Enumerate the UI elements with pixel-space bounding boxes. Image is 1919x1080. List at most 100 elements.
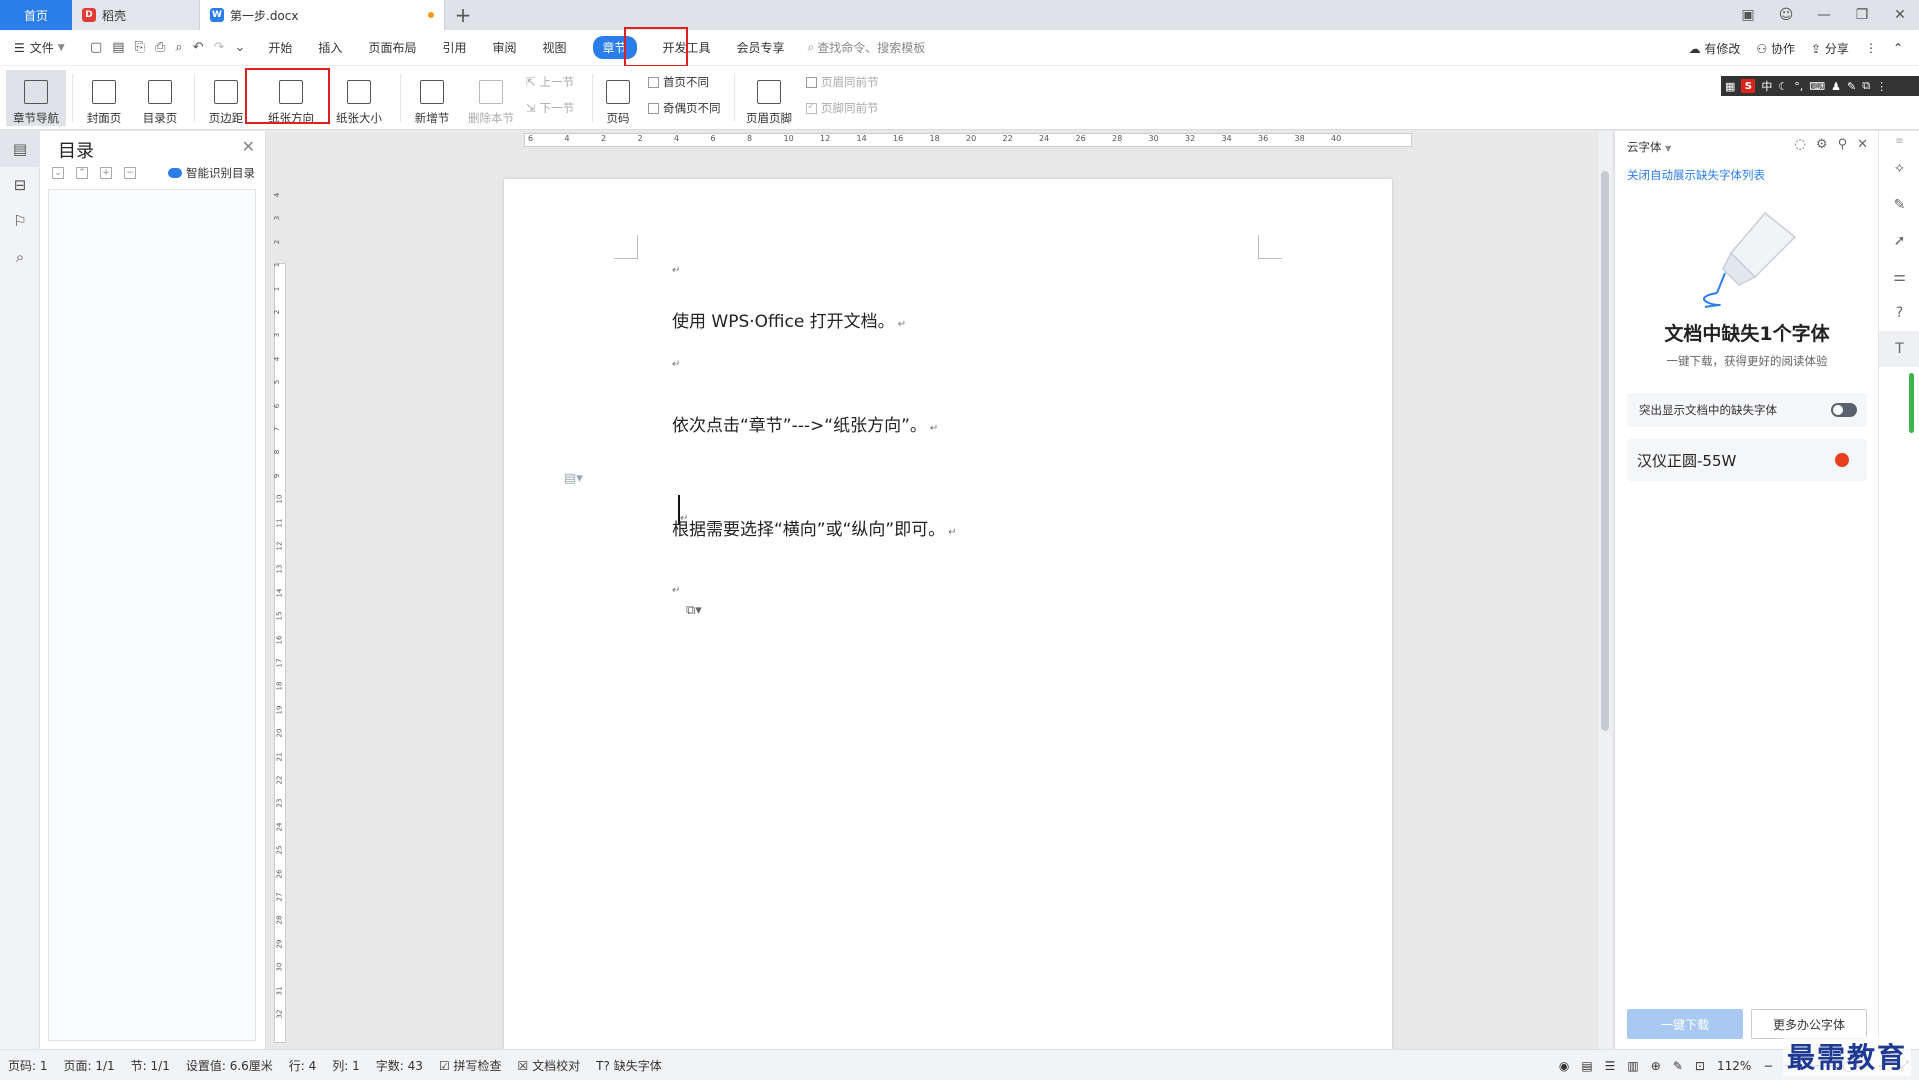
paragraph-layout-icon[interactable]: ▤▾	[564, 471, 583, 486]
revise-button[interactable]: ☁ 有修改	[1689, 40, 1741, 57]
menu-page-layout[interactable]: 页面布局	[355, 30, 429, 66]
next-section-button[interactable]: ⇲ 下一节	[526, 100, 574, 116]
menu-review[interactable]: 审阅	[479, 30, 529, 66]
layout-icon[interactable]: ▣	[1729, 7, 1767, 23]
menu-start[interactable]: 开始	[255, 30, 305, 66]
file-menu-button[interactable]: ☰ 文件 ▼	[0, 39, 80, 56]
add-icon[interactable]: +	[100, 167, 112, 179]
checkbox[interactable]	[806, 101, 817, 114]
more-fonts-button[interactable]: 更多办公字体	[1751, 1009, 1867, 1039]
toc-view-icon[interactable]: ▤	[0, 131, 40, 167]
moon-icon[interactable]: ☾	[1778, 80, 1788, 93]
expand-all-icon[interactable]: ⌃	[76, 167, 88, 179]
horizontal-ruler[interactable]: 6 4 2 2 4 6 8 10 12 14 16 18 20 22 24 26 28 30 32 34 36 38 40	[288, 131, 1598, 149]
checkbox[interactable]	[648, 102, 659, 114]
remove-icon[interactable]: −	[124, 167, 136, 179]
collaborate-button[interactable]: ⚇ 协作	[1756, 40, 1795, 57]
close-icon[interactable]: ✕	[1857, 137, 1868, 152]
menu-lines-icon[interactable]: ≡	[1879, 131, 1919, 151]
odd-even-different-checkbox[interactable]: 奇偶页不同	[648, 100, 721, 116]
redo-icon[interactable]: ↷	[214, 40, 225, 55]
doc-proof-button[interactable]: ☒ 文档校对	[510, 1057, 589, 1074]
keyboard-icon[interactable]: ⌨	[1809, 80, 1825, 93]
status-setting[interactable]: 设置值: 6.6厘米	[178, 1057, 281, 1074]
reading-view-icon[interactable]: ▥	[1627, 1059, 1638, 1073]
paragraph-3[interactable]: 根据需要选择“横向”或“纵向”即可。 ↵	[672, 515, 957, 540]
toc-page-button[interactable]: 目录页	[134, 70, 186, 126]
window-icon[interactable]: ⧉	[1862, 79, 1870, 93]
save-icon[interactable]: ▤	[112, 40, 124, 55]
more-icon[interactable]: ⌄	[235, 40, 246, 55]
style-icon[interactable]: ✧	[1879, 151, 1919, 187]
tab-daoke[interactable]: D 稻壳	[72, 0, 200, 30]
missing-font-item[interactable]: 汉仪正圆-55W	[1627, 439, 1867, 481]
paper-size-button[interactable]: 纸张大小	[328, 70, 390, 126]
settings-sliders-icon[interactable]: ⚌	[1879, 259, 1919, 295]
menu-insert[interactable]: 插入	[305, 30, 355, 66]
page-number-button[interactable]: 页码	[598, 70, 638, 126]
first-page-different-checkbox[interactable]: 首页不同	[648, 74, 709, 90]
scrollbar-thumb[interactable]	[1601, 171, 1609, 731]
vertical-scrollbar[interactable]	[1598, 131, 1612, 1049]
download-all-button[interactable]: 一键下载	[1627, 1009, 1743, 1039]
status-page[interactable]: 页面: 1/1	[56, 1057, 123, 1074]
chapter-nav-button[interactable]: 章节导航	[6, 70, 66, 126]
outline-view-icon[interactable]: ☰	[1605, 1059, 1616, 1073]
search-icon[interactable]: ⌕	[0, 239, 40, 275]
smart-toc-button[interactable]: 智能识别目录	[168, 165, 255, 181]
highlight-missing-toggle[interactable]	[1831, 403, 1857, 417]
cover-page-button[interactable]: 封面页	[78, 70, 130, 126]
page-view-icon[interactable]: ▤	[1581, 1059, 1592, 1073]
zoom-out-icon[interactable]: −	[1763, 1059, 1773, 1073]
more-options-icon[interactable]: ⋮	[1865, 41, 1877, 55]
close-auto-show-link[interactable]: 关闭自动展示缺失字体列表	[1627, 167, 1765, 183]
bookmark-icon[interactable]: ⚐	[0, 203, 40, 239]
edit-icon[interactable]: ✎	[1879, 187, 1919, 223]
checkbox[interactable]	[806, 76, 817, 88]
document-page[interactable]: ↵ 使用 WPS·Office 打开文档。 ↵ ↵ 依次点击“章节”--->“纸张…	[504, 179, 1392, 1049]
font-icon[interactable]: T	[1879, 331, 1919, 367]
delete-section-button[interactable]: 删除本节	[462, 70, 520, 126]
status-section[interactable]: 节: 1/1	[123, 1057, 178, 1074]
eye-protection-icon[interactable]: ◉	[1559, 1059, 1569, 1073]
checkbox[interactable]	[648, 76, 659, 88]
ime-mode[interactable]: 中	[1761, 78, 1772, 94]
export-icon[interactable]: ⎘	[135, 40, 145, 55]
print-preview-icon[interactable]: ⌕	[175, 40, 182, 55]
status-page-no[interactable]: 页码: 1	[0, 1057, 56, 1074]
document-area[interactable]: ↵ 使用 WPS·Office 打开文档。 ↵ ↵ 依次点击“章节”--->“纸张…	[288, 149, 1598, 1049]
restore-icon[interactable]: ❐	[1843, 7, 1881, 23]
status-words[interactable]: 字数: 43	[368, 1057, 431, 1074]
comment-icon[interactable]: ◌	[1795, 137, 1806, 152]
collapse-ribbon-icon[interactable]: ⌃	[1893, 41, 1903, 55]
menu-references[interactable]: 引用	[429, 30, 479, 66]
avatar[interactable]: ☺	[1767, 7, 1805, 23]
share-button[interactable]: ⇪ 分享	[1811, 40, 1849, 57]
pin-icon[interactable]: ⚲	[1838, 137, 1848, 152]
help-icon[interactable]: ?	[1879, 295, 1919, 331]
menu-member[interactable]: 会员专享	[724, 30, 798, 66]
command-search[interactable]: ⌕ 查找命令、搜索模板	[808, 39, 926, 56]
tab-document[interactable]: W 第一步.docx	[200, 0, 445, 30]
close-icon[interactable]: ✕	[1881, 7, 1919, 23]
toc-list[interactable]	[48, 189, 256, 1041]
user-icon[interactable]: ♟	[1831, 80, 1841, 93]
tool-icon[interactable]: ✎	[1847, 80, 1856, 93]
punct-icon[interactable]: °,	[1794, 80, 1803, 93]
paste-options-icon[interactable]: ⧉▾	[686, 603, 702, 618]
header-same-prev-checkbox[interactable]: 页眉同前节	[806, 74, 879, 90]
paragraph-2[interactable]: 依次点击“章节”--->“纸张方向”。 ↵	[672, 411, 938, 436]
minimize-icon[interactable]: —	[1805, 7, 1843, 23]
vertical-ruler[interactable]: 4 3 2 1 1 2 3 4 5 6 7 8 9 10 11 12 13 14 15 16 17 18 19 20 21 22 2…	[272, 131, 288, 1049]
tab-home[interactable]: 首页	[0, 0, 72, 30]
panel-header[interactable]: 云字体 ▼	[1627, 139, 1671, 155]
missing-font-status[interactable]: T? 缺失字体	[588, 1057, 670, 1074]
spell-check-button[interactable]: ☑ 拼写检查	[431, 1057, 510, 1074]
chapter-icon[interactable]: ⊟	[0, 167, 40, 203]
new-section-button[interactable]: 新增节	[406, 70, 458, 126]
sogou-icon[interactable]: S	[1741, 79, 1756, 93]
prev-section-button[interactable]: ⇱ 上一节	[526, 74, 574, 90]
fit-page-icon[interactable]: ⊡	[1695, 1059, 1705, 1073]
zoom-level[interactable]: 112%	[1717, 1059, 1751, 1073]
web-view-icon[interactable]: ⊕	[1651, 1059, 1661, 1073]
